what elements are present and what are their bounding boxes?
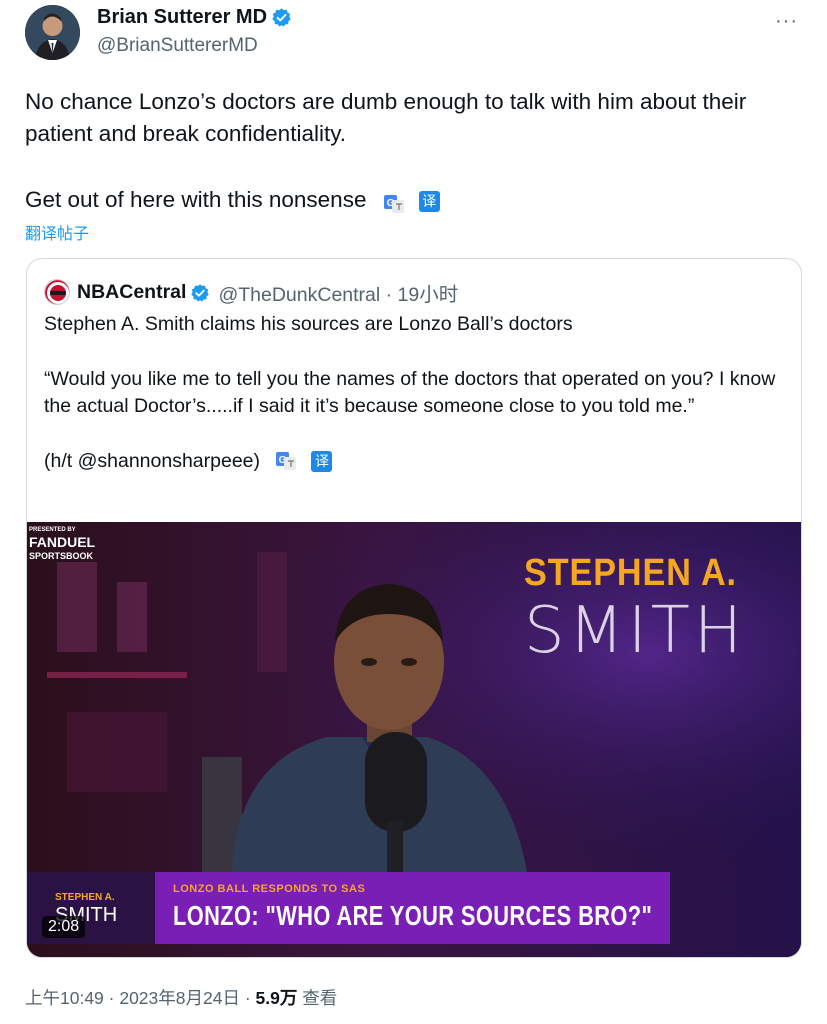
- quoted-verified-badge-icon: [191, 283, 210, 302]
- author-name-text[interactable]: Brian Sutterer MD: [97, 6, 267, 29]
- quoted-tweet-card[interactable]: NBACentral @TheDunkCentral · 19小时 Stephe…: [26, 258, 802, 958]
- quoted-author-name[interactable]: NBACentral: [77, 281, 186, 304]
- quoted-text: Stephen A. Smith claims his sources are …: [44, 311, 789, 475]
- more-options-icon[interactable]: ···: [775, 10, 798, 33]
- tweet-line-2: Get out of here with this nonsense G 译: [25, 184, 815, 216]
- translate-badge-icon[interactable]: 译: [311, 450, 333, 472]
- quoted-handle-time[interactable]: @TheDunkCentral · 19小时: [218, 278, 458, 307]
- google-translate-icon[interactable]: G: [275, 451, 297, 471]
- lower-third-headline: LONZO: "WHO ARE YOUR SOURCES BRO?": [173, 900, 653, 931]
- author-avatar[interactable]: [25, 5, 80, 60]
- lower-third-logo-small: STEPHEN A.: [55, 892, 115, 903]
- sponsor-line-1: FANDUEL: [29, 534, 96, 550]
- quoted-para-1: Stephen A. Smith claims his sources are …: [44, 313, 573, 335]
- google-translate-icon[interactable]: G: [383, 191, 405, 214]
- author-name[interactable]: Brian Sutterer MD: [97, 6, 292, 29]
- quoted-header: NBACentral @TheDunkCentral · 19小时: [77, 278, 458, 307]
- tweet-meta: 上午10:49 · 2023年8月24日 · 5.9万 查看: [25, 985, 337, 1010]
- quoted-para-3: (h/t @shannonsharpeee) G 译: [44, 448, 789, 476]
- video-player[interactable]: PRESENTED BY FANDUEL SPORTSBOOK STEPHEN …: [27, 522, 801, 957]
- lower-third-subtitle: LONZO BALL RESPONDS TO SAS: [173, 883, 366, 895]
- show-title-top: STEPHEN A.: [524, 552, 737, 594]
- quoted-translate-icons: G 译: [275, 450, 333, 472]
- show-title-bottom: SMITH: [524, 594, 746, 668]
- tweet-translate-icons: G 译: [383, 190, 440, 214]
- translate-post-link[interactable]: 翻译帖子: [25, 220, 89, 244]
- lower-third-banner: LONZO BALL RESPONDS TO SAS LONZO: "WHO A…: [155, 872, 670, 944]
- tweet-text: No chance Lonzo’s doctors are dumb enoug…: [25, 86, 815, 216]
- tweet-timestamp[interactable]: 上午10:49 · 2023年8月24日 ·: [25, 988, 256, 1008]
- quoted-para-2: “Would you like me to tell you the names…: [44, 367, 776, 418]
- verified-badge-icon: [272, 8, 291, 27]
- tweet-line-1: No chance Lonzo’s doctors are dumb enoug…: [25, 89, 747, 146]
- view-count: 5.9万: [255, 988, 298, 1008]
- view-label: 查看: [297, 988, 338, 1008]
- author-handle[interactable]: @BrianSuttererMD: [97, 35, 258, 57]
- video-duration-badge: 2:08: [42, 916, 86, 938]
- quoted-para-3-text: (h/t @shannonsharpeee): [44, 449, 261, 472]
- fanduel-sponsor-logo: PRESENTED BY FANDUEL SPORTSBOOK: [29, 524, 95, 562]
- sponsor-line-2: SPORTSBOOK: [29, 551, 94, 561]
- tweet-line-2-text: Get out of here with this nonsense: [25, 187, 367, 212]
- quoted-author-avatar[interactable]: [44, 279, 70, 305]
- translate-badge-icon[interactable]: 译: [418, 190, 440, 212]
